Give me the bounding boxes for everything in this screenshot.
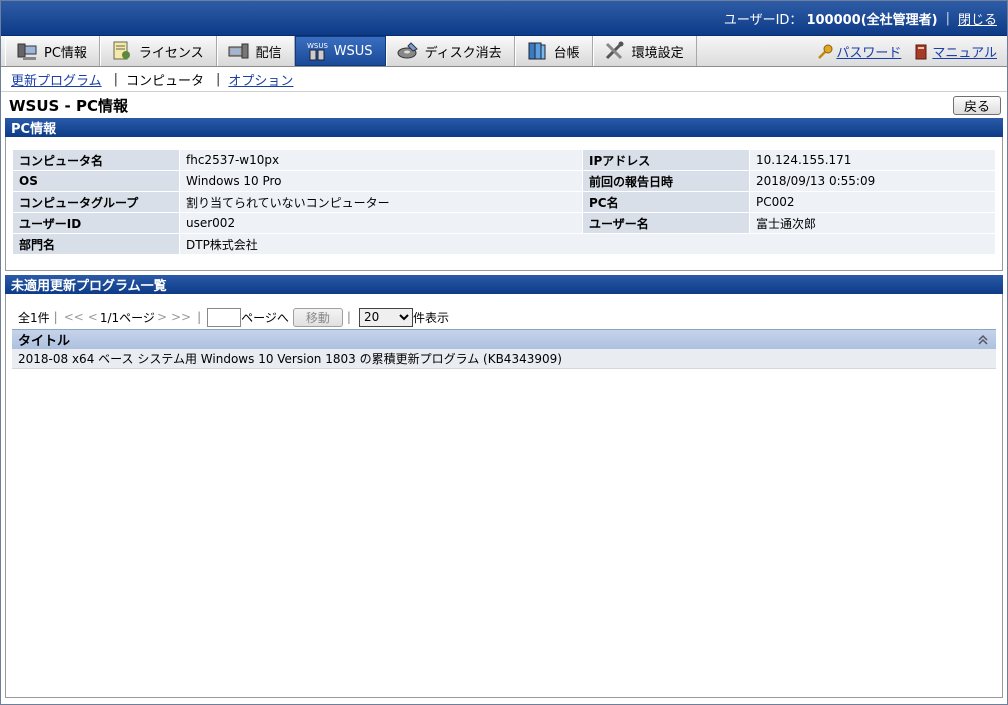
settings-icon — [604, 41, 626, 61]
menu-settings[interactable]: 環境設定 — [592, 36, 697, 66]
list-item[interactable]: 2018-08 x64 ベース システム用 Windows 10 Version… — [12, 349, 996, 369]
menu-pc-info-label: PC情報 — [44, 45, 87, 61]
password-link[interactable]: パスワード — [817, 42, 901, 61]
menu-license[interactable]: ライセンス — [99, 36, 217, 66]
menu-delivery-label: 配信 — [255, 45, 282, 61]
collapse-icon[interactable] — [976, 333, 990, 347]
table-row: OS Windows 10 Pro 前回の報告日時 2018/09/13 0:5… — [12, 170, 996, 192]
updates-header: 未適用更新プログラム一覧 — [5, 275, 1003, 294]
update-title: 2018-08 x64 ベース システム用 Windows 10 Version… — [18, 352, 562, 366]
user-name-label: ユーザー名 — [582, 212, 750, 234]
menu-license-label: ライセンス — [138, 45, 204, 61]
header-separator: | — [945, 10, 950, 26]
close-link[interactable]: 閉じる — [958, 9, 997, 28]
subnav-options[interactable]: オプション — [228, 70, 293, 89]
subnav-separator: | — [113, 71, 119, 87]
wsus-icon: WSUS — [306, 41, 328, 61]
table-row: コンピュータグループ 割り当てられていないコンピューター PC名 PC002 — [12, 191, 996, 213]
sub-navigation: 更新プログラム | コンピュータ | オプション — [1, 67, 1007, 92]
disk-erase-icon — [397, 41, 419, 61]
page-status: 1/1ページ — [99, 310, 155, 325]
go-button[interactable]: 移動 — [292, 307, 343, 327]
pager-separator: | — [346, 310, 351, 324]
menu-settings-label: 環境設定 — [631, 45, 684, 61]
menu-delivery[interactable]: 配信 — [216, 36, 295, 66]
menu-wsus[interactable]: WSUS WSUS — [294, 36, 386, 66]
computer-name-label: コンピュータ名 — [12, 149, 180, 171]
os-value: Windows 10 Pro — [179, 170, 583, 192]
last-report-value: 2018/09/13 0:55:09 — [749, 170, 996, 192]
ledger-icon — [526, 41, 548, 61]
page-title: WSUS - PC情報 — [9, 96, 129, 115]
pager: 全1件 | << < 1/1ページ > >> | ページへ 移動 | 20 件表… — [12, 306, 996, 328]
subnav-separator: | — [216, 71, 221, 87]
title-column-label: タイトル — [18, 334, 71, 349]
last-page-button[interactable]: >> — [171, 310, 191, 324]
user-id-value: 100000(全社管理者) — [806, 12, 938, 28]
svg-text:WSUS: WSUS — [307, 42, 328, 50]
main-menu: PC情報 ライセンス 配信 WSUS WSUS ディスク消去 台帳 環境設定 パ… — [1, 36, 1007, 67]
pc-info-section: コンピュータ名 fhc2537-w10px IPアドレス 10.124.155.… — [5, 137, 1003, 271]
user-name-value: 富士通次郎 — [749, 212, 996, 234]
ip-address-value: 10.124.155.171 — [749, 149, 996, 171]
app-window: ユーザーID： 100000(全社管理者) | 閉じる PC情報 ライセンス 配… — [0, 0, 1008, 705]
user-id-field-label: ユーザーID — [12, 212, 180, 234]
table-row: コンピュータ名 fhc2537-w10px IPアドレス 10.124.155.… — [12, 149, 996, 171]
subnav-computer: コンピュータ — [126, 73, 205, 89]
top-header: ユーザーID： 100000(全社管理者) | 閉じる — [1, 1, 1007, 36]
ip-address-label: IPアドレス — [582, 149, 750, 171]
total-count: 全1件 — [18, 310, 50, 325]
menu-ledger-label: 台帳 — [553, 45, 580, 61]
manual-label: マニュアル — [932, 46, 997, 61]
pc-icon — [16, 41, 38, 61]
user-id-field-value: user002 — [179, 212, 583, 234]
user-id-label: ユーザーID： — [723, 12, 803, 28]
delivery-icon — [228, 41, 250, 61]
department-label: 部門名 — [12, 233, 180, 255]
computer-group-label: コンピュータグループ — [12, 191, 180, 213]
pager-separator: | — [53, 310, 58, 324]
menu-ledger[interactable]: 台帳 — [514, 36, 593, 66]
computer-group-value: 割り当てられていないコンピューター — [179, 191, 583, 213]
per-page-select[interactable]: 20 — [358, 307, 413, 327]
first-page-button[interactable]: << — [64, 310, 84, 324]
prev-page-button[interactable]: < — [88, 310, 98, 324]
updates-section: 全1件 | << < 1/1ページ > >> | ページへ 移動 | 20 件表… — [5, 294, 1003, 698]
table-row: 部門名 DTP株式会社 — [12, 233, 996, 255]
goto-suffix: ページへ — [241, 310, 289, 325]
manual-link[interactable]: マニュアル — [913, 42, 997, 61]
pager-separator: | — [197, 310, 202, 324]
pc-info-table: コンピュータ名 fhc2537-w10px IPアドレス 10.124.155.… — [12, 149, 996, 255]
book-icon — [913, 44, 929, 60]
menu-disk-erase-label: ディスク消去 — [424, 45, 502, 61]
menu-pc-info[interactable]: PC情報 — [5, 36, 100, 66]
title-column-header: タイトル — [12, 329, 996, 349]
license-icon — [111, 41, 133, 61]
table-row: ユーザーID user002 ユーザー名 富士通次郎 — [12, 212, 996, 234]
title-row: WSUS - PC情報 戻る — [1, 92, 1007, 118]
key-icon — [817, 44, 833, 60]
per-page-suffix: 件表示 — [412, 310, 449, 325]
computer-name-value: fhc2537-w10px — [179, 149, 583, 171]
pc-name-label: PC名 — [582, 191, 750, 213]
subnav-update-programs[interactable]: 更新プログラム — [11, 70, 102, 89]
pc-info-header: PC情報 — [5, 118, 1003, 137]
menu-disk-erase[interactable]: ディスク消去 — [385, 36, 515, 66]
pc-name-value: PC002 — [749, 191, 996, 213]
last-report-label: 前回の報告日時 — [582, 170, 750, 192]
back-button[interactable]: 戻る — [953, 95, 1001, 115]
department-value: DTP株式会社 — [179, 233, 996, 255]
password-label: パスワード — [836, 46, 902, 61]
header-right-links: パスワード マニュアル — [817, 36, 997, 67]
menu-wsus-label: WSUS — [333, 43, 373, 59]
page-number-input[interactable] — [207, 307, 242, 327]
next-page-button[interactable]: > — [157, 310, 167, 324]
os-label: OS — [12, 170, 180, 192]
